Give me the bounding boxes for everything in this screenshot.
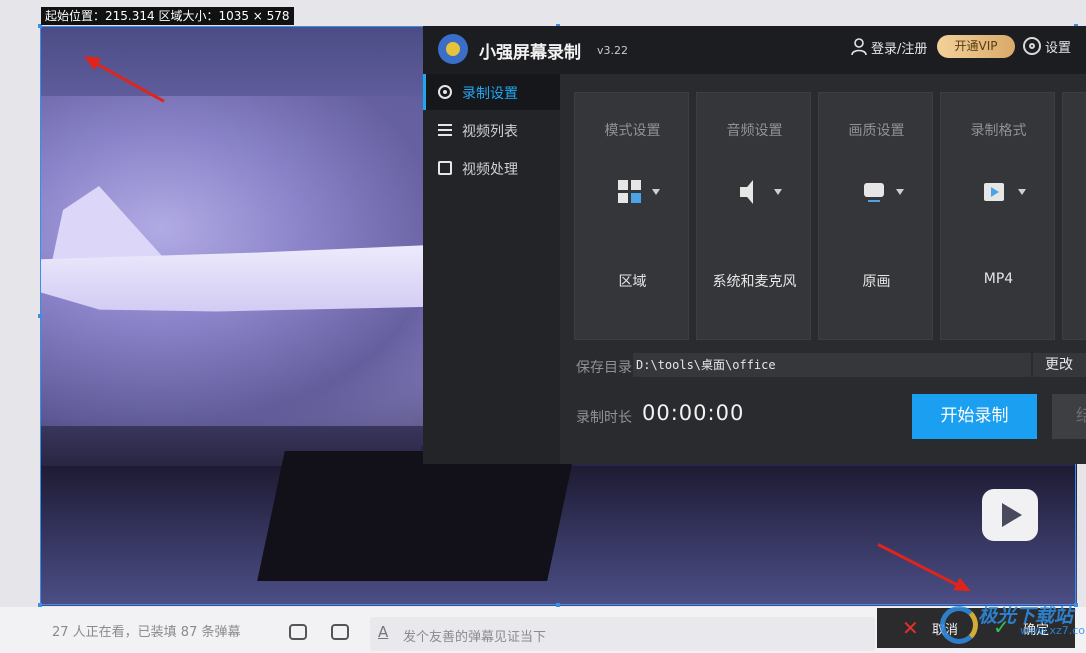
settings-link[interactable]: 设置 [1045, 37, 1071, 56]
duration-label: 录制时长 [576, 410, 632, 426]
capture-info-label: 起始位置：215.314 区域大小：1035 × 578 [41, 7, 294, 25]
chevron-down-icon[interactable] [652, 189, 660, 195]
login-link[interactable]: 登录/注册 [871, 38, 927, 57]
card-audio[interactable]: 音频设置 系统和麦克风 [696, 92, 811, 340]
sidebar-item-record-settings[interactable]: 录制设置 [423, 74, 560, 110]
duration-value: 00:00:00 [642, 401, 745, 425]
card-value: 区域 [618, 274, 647, 290]
card-value: MP4 [983, 271, 1014, 287]
sidebar-item-label: 录制设置 [462, 86, 518, 102]
watermark: 极光下载站 www.xz7.com [940, 600, 1086, 653]
save-path-field[interactable]: D:\tools\桌面\office [633, 353, 1031, 377]
vip-button[interactable]: 开通VIP [937, 35, 1015, 58]
card-title: 录制格式 [970, 123, 1027, 139]
list-icon [438, 124, 452, 136]
sidebar-item-video-processing[interactable]: 视频处理 [423, 150, 560, 186]
speaker-icon [740, 180, 764, 204]
danmu-settings-icon[interactable] [331, 624, 349, 640]
settings-cards: 模式设置 区域 音频设置 系统和麦克风 画质设置 原画 录制格式 MP4 [574, 92, 1086, 342]
text-style-icon[interactable]: A [378, 623, 388, 641]
start-record-button[interactable]: 开始录制 [912, 394, 1037, 439]
sidebar-item-label: 视频列表 [462, 124, 518, 140]
chevron-down-icon[interactable] [1018, 189, 1026, 195]
app-title: 小强屏幕录制 [479, 43, 581, 63]
recorder-window: 小强屏幕录制 v3.22 登录/注册 开通VIP 设置 录制设置 视频列表 视频… [423, 26, 1086, 464]
record-icon [438, 85, 452, 99]
card-title: 音频设置 [726, 123, 783, 139]
app-version: v3.22 [597, 44, 629, 57]
sidebar: 录制设置 视频列表 视频处理 [423, 74, 560, 464]
danmu-placeholder: 发个友善的弹幕见证当下 [403, 630, 547, 645]
user-icon[interactable] [851, 38, 867, 56]
film-icon [984, 180, 1008, 204]
card-title: 模式设置 [604, 123, 661, 139]
card-value: 系统和麦克风 [712, 274, 797, 290]
resize-handle-left[interactable] [38, 314, 42, 318]
app-logo-icon [438, 34, 468, 64]
viewer-count: 27 人正在看，已装填 87 条弹幕 [52, 625, 241, 640]
grid-icon [618, 180, 642, 204]
card-mode[interactable]: 模式设置 区域 [574, 92, 689, 340]
close-icon[interactable]: ✕ [902, 616, 919, 640]
card-value: 原画 [862, 274, 891, 290]
card-quality[interactable]: 画质设置 原画 [818, 92, 933, 340]
watermark-logo-icon [940, 606, 978, 644]
change-dir-button[interactable]: 更改 [1033, 353, 1086, 377]
edit-icon [438, 161, 452, 175]
card-format[interactable]: 录制格式 MP4 [940, 92, 1055, 340]
gear-icon[interactable] [1023, 37, 1041, 55]
chevron-down-icon[interactable] [774, 189, 782, 195]
sidebar-item-label: 视频处理 [462, 162, 518, 178]
card-title: 画质设置 [848, 123, 905, 139]
screen-icon [862, 180, 886, 204]
save-dir-label: 保存目录 [576, 360, 632, 376]
card-extra[interactable] [1062, 92, 1086, 340]
sidebar-item-video-list[interactable]: 视频列表 [423, 112, 560, 148]
title-bar[interactable]: 小强屏幕录制 v3.22 登录/注册 开通VIP 设置 [423, 26, 1086, 74]
danmu-toggle-icon[interactable] [289, 624, 307, 640]
chevron-down-icon[interactable] [896, 189, 904, 195]
end-record-button[interactable]: 结 [1052, 394, 1086, 439]
watermark-sub: www.xz7.com [1020, 624, 1086, 637]
